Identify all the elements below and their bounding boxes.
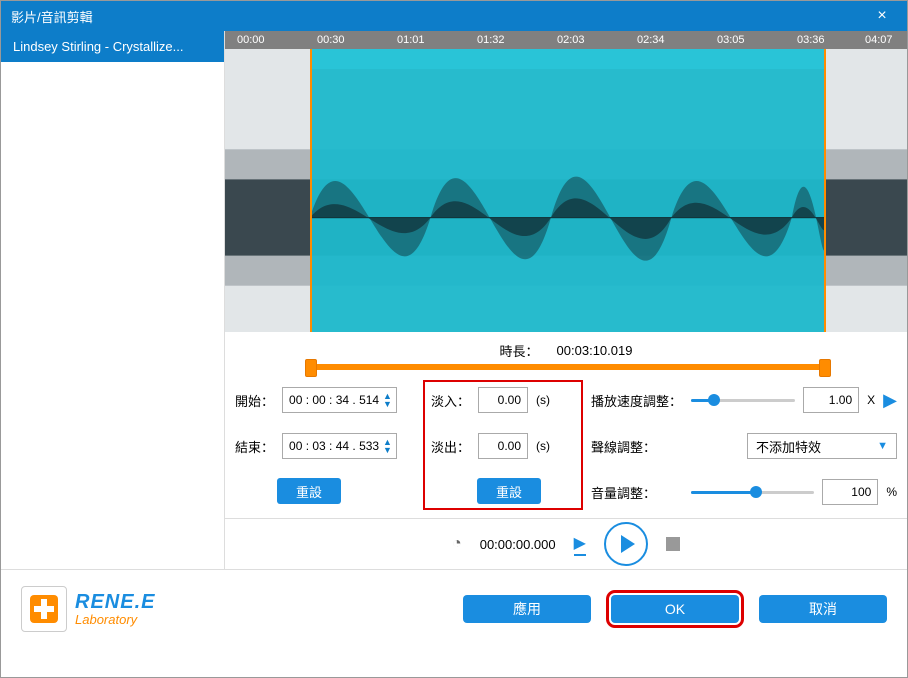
- start-time-input[interactable]: ▲▼: [282, 387, 397, 413]
- brand-logo: RENE.E Laboratory: [21, 586, 155, 632]
- range-start-handle[interactable]: [310, 49, 312, 331]
- waveform-selection-icon: [310, 49, 826, 331]
- play-icon[interactable]: ▶: [883, 390, 897, 411]
- chevron-down-icon: ▼: [877, 440, 888, 452]
- sidebar: Lindsey Stirling - Crystallize...: [1, 31, 225, 569]
- cancel-button[interactable]: 取消: [759, 595, 887, 623]
- clock-icon: ◔: [452, 535, 462, 553]
- waveform-display[interactable]: [225, 49, 907, 331]
- speed-label: 播放速度調整：: [591, 391, 683, 410]
- playback-controls: ◔ 00:00:00.000 ▶: [225, 518, 907, 569]
- volume-slider[interactable]: [691, 491, 814, 494]
- export-icon[interactable]: ▶: [574, 533, 586, 556]
- playback-time: 00:00:00.000: [480, 537, 556, 552]
- ok-button[interactable]: OK: [611, 595, 739, 623]
- end-label: 結束：: [235, 437, 274, 456]
- apply-button[interactable]: 應用: [463, 595, 591, 623]
- sound-label: 聲線調整：: [591, 437, 683, 456]
- titlebar: 影片/音訊剪輯 ×: [1, 1, 907, 31]
- volume-label: 音量調整：: [591, 483, 683, 502]
- close-icon[interactable]: ×: [867, 7, 897, 25]
- play-button[interactable]: [604, 522, 648, 566]
- reset-time-button[interactable]: 重設: [277, 478, 341, 504]
- fadeout-label: 淡出：: [431, 437, 470, 456]
- duration-value: 00:03:10.019: [557, 343, 633, 358]
- speed-slider[interactable]: [691, 399, 795, 402]
- plus-icon: [30, 595, 58, 623]
- fadein-input[interactable]: [478, 387, 528, 413]
- sidebar-item-track[interactable]: Lindsey Stirling - Crystallize...: [1, 31, 224, 62]
- start-label: 開始：: [235, 391, 274, 410]
- spinner-icon[interactable]: ▲▼: [381, 438, 394, 454]
- end-time-input[interactable]: ▲▼: [282, 433, 397, 459]
- fadein-label: 淡入：: [431, 391, 470, 410]
- footer: RENE.E Laboratory 應用 OK 取消: [1, 569, 907, 647]
- range-slider[interactable]: [310, 364, 826, 370]
- timeline-ruler: 00:00 00:30 01:01 01:32 02:03 02:34 03:0…: [225, 31, 907, 49]
- duration-label: 時長：: [500, 341, 539, 360]
- volume-input[interactable]: [822, 479, 878, 505]
- fadeout-input[interactable]: [478, 433, 528, 459]
- duration-row: 時長： 00:03:10.019: [225, 332, 907, 369]
- range-end-handle[interactable]: [824, 49, 826, 331]
- reset-fade-button[interactable]: 重設: [477, 478, 541, 504]
- speed-input[interactable]: [803, 387, 859, 413]
- sound-effect-dropdown[interactable]: 不添加特效 ▼: [747, 433, 897, 459]
- window-title: 影片/音訊剪輯: [11, 7, 867, 26]
- stop-button[interactable]: [666, 537, 680, 551]
- spinner-icon[interactable]: ▲▼: [381, 392, 394, 408]
